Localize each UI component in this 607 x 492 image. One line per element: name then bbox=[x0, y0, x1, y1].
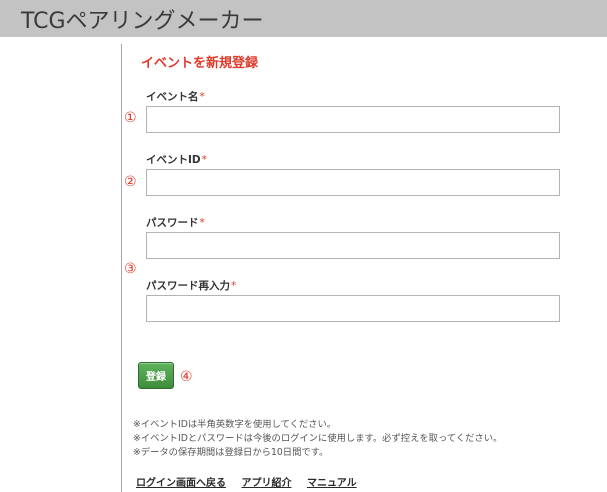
password-input[interactable] bbox=[146, 232, 560, 259]
annotation-marker-1: ① bbox=[124, 110, 137, 126]
event-id-label: イベントID* bbox=[146, 152, 207, 167]
app-header: TCGペアリングメーカー bbox=[0, 0, 607, 37]
required-mark: * bbox=[231, 280, 237, 292]
notes-list: ※イベントIDは半角英数字を使用してください。 ※イベントIDとパスワードは今後… bbox=[133, 418, 502, 460]
register-button[interactable]: 登録 bbox=[138, 362, 174, 389]
note-item: ※イベントIDとパスワードは今後のログインに使用します。必ず控えを取ってください… bbox=[133, 433, 503, 444]
password-confirm-input[interactable] bbox=[146, 295, 560, 322]
annotation-marker-3: ③ bbox=[124, 261, 137, 277]
password-confirm-label: パスワード再入力* bbox=[146, 278, 236, 293]
event-id-input[interactable] bbox=[146, 169, 560, 196]
footer-links: ログイン画面へ戻る アプリ紹介 マニュアル bbox=[136, 474, 369, 489]
event-id-label-text: イベントID bbox=[146, 154, 201, 166]
app-title: TCGペアリングメーカー bbox=[21, 9, 264, 34]
content-divider bbox=[121, 44, 122, 492]
back-to-login-link[interactable]: ログイン画面へ戻る bbox=[136, 478, 226, 489]
required-mark: * bbox=[199, 91, 205, 103]
note-item: ※データの保存期間は登録日から10日間です。 bbox=[133, 447, 329, 458]
manual-link[interactable]: マニュアル bbox=[307, 478, 357, 489]
app-intro-link[interactable]: アプリ紹介 bbox=[241, 478, 291, 489]
password-label: パスワード* bbox=[146, 215, 205, 230]
form-heading: イベントを新規登録 bbox=[141, 56, 259, 71]
event-name-label: イベント名* bbox=[146, 89, 205, 104]
password-confirm-label-text: パスワード再入力 bbox=[146, 280, 230, 292]
annotation-marker-2: ② bbox=[124, 174, 137, 190]
password-label-text: パスワード bbox=[146, 217, 199, 229]
note-item: ※イベントIDは半角英数字を使用してください。 bbox=[133, 419, 337, 430]
annotation-marker-4: ④ bbox=[180, 369, 193, 385]
required-mark: * bbox=[199, 217, 205, 229]
required-mark: * bbox=[201, 154, 207, 166]
event-name-input[interactable] bbox=[146, 106, 560, 133]
event-name-label-text: イベント名 bbox=[146, 91, 199, 103]
